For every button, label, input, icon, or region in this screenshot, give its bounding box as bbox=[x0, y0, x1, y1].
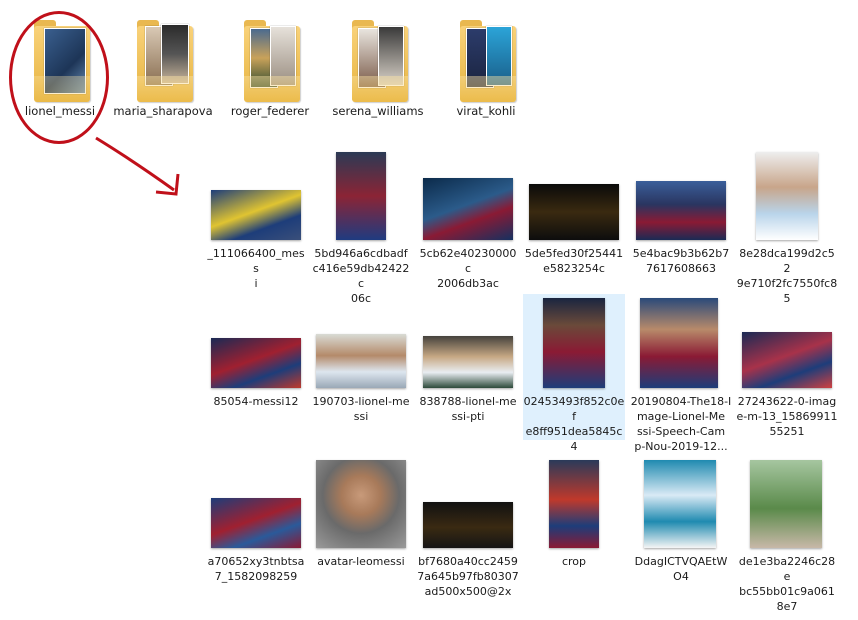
folder-label: serena_williams bbox=[332, 104, 424, 118]
file-name: crop bbox=[561, 555, 587, 568]
file-name: 20190804-The18-I mage-Lionel-Me ssi-Speech… bbox=[630, 395, 732, 453]
annotation-arrow-icon bbox=[95, 136, 180, 196]
file-item[interactable]: 838788-lionel-me ssi-pti bbox=[417, 294, 519, 454]
image-thumbnail bbox=[423, 178, 513, 240]
image-thumbnail bbox=[211, 338, 301, 388]
image-thumbnail bbox=[750, 460, 822, 548]
file-name: 190703-lionel-me ssi bbox=[312, 395, 410, 423]
file-item[interactable]: _111066400_mess i bbox=[205, 150, 307, 292]
image-thumbnail bbox=[549, 460, 599, 548]
file-item[interactable]: 5de5fed30f25441 e5823254c bbox=[523, 150, 625, 292]
file-item[interactable]: avatar-leomessi bbox=[310, 456, 412, 606]
image-thumbnail bbox=[742, 332, 832, 388]
file-item[interactable]: a70652xy3tnbtsa 7_1582098259 bbox=[205, 456, 307, 606]
folder-icon bbox=[348, 18, 412, 106]
file-name: 5e4bac9b3b62b7 7617608663 bbox=[632, 247, 730, 275]
folder-maria-sharapova[interactable]: maria_sharapova bbox=[111, 6, 215, 118]
folder-virat-kohli[interactable]: virat_kohli bbox=[434, 6, 538, 118]
image-thumbnail bbox=[644, 460, 716, 548]
folder-icon bbox=[240, 18, 304, 106]
folder-icon bbox=[133, 18, 197, 106]
folder-label: virat_kohli bbox=[456, 104, 516, 118]
file-item[interactable]: bf7680a40cc2459 7a645b97fb80307 ad500x500@… bbox=[417, 456, 519, 606]
file-item[interactable]: 5bd946a6cdbadf c416e59db42422c 06c bbox=[310, 150, 412, 305]
file-name: 5cb62e40230000c 2006db3ac bbox=[419, 247, 517, 290]
image-thumbnail bbox=[316, 460, 406, 548]
image-thumbnail bbox=[211, 190, 301, 240]
file-item[interactable]: 27243622-0-imag e-m-13_15869911 55251 bbox=[736, 294, 838, 454]
image-thumbnail bbox=[336, 152, 386, 240]
file-item[interactable]: 85054-messi12 bbox=[205, 294, 307, 454]
file-item[interactable]: crop bbox=[523, 456, 625, 606]
annotation-circle bbox=[9, 11, 109, 144]
file-item[interactable]: de1e3ba2246c28e bc55bb01c9a061 8e7 bbox=[736, 456, 838, 613]
file-name: 27243622-0-imag e-m-13_15869911 55251 bbox=[736, 395, 838, 438]
file-item[interactable]: 190703-lionel-me ssi bbox=[310, 294, 412, 454]
file-name: de1e3ba2246c28e bc55bb01c9a061 8e7 bbox=[738, 555, 836, 613]
file-name: avatar-leomessi bbox=[317, 555, 405, 568]
file-item[interactable]: 5e4bac9b3b62b7 7617608663 bbox=[630, 150, 732, 292]
file-name: 838788-lionel-me ssi-pti bbox=[419, 395, 517, 423]
image-thumbnail bbox=[756, 152, 818, 240]
folder-label: roger_federer bbox=[230, 104, 310, 118]
file-item[interactable]: 20190804-The18-I mage-Lionel-Me ssi-Speech… bbox=[630, 294, 732, 454]
file-name: 02453493f852c0ef e8ff951dea5845c 4 bbox=[523, 395, 625, 453]
image-thumbnail bbox=[423, 336, 513, 388]
folder-serena-williams[interactable]: serena_williams bbox=[326, 6, 430, 118]
image-thumbnail bbox=[529, 184, 619, 240]
image-thumbnail bbox=[316, 334, 406, 388]
file-name: 5de5fed30f25441 e5823254c bbox=[524, 247, 624, 275]
folder-roger-federer[interactable]: roger_federer bbox=[218, 6, 322, 118]
file-name: bf7680a40cc2459 7a645b97fb80307 ad500x500@… bbox=[417, 555, 519, 598]
file-name: _111066400_mess i bbox=[207, 247, 305, 290]
file-name: DdagICTVQAEtW O4 bbox=[634, 555, 728, 583]
image-thumbnail bbox=[543, 298, 605, 388]
file-item-selected[interactable]: 02453493f852c0ef e8ff951dea5845c 4 bbox=[523, 294, 625, 453]
image-thumbnail bbox=[211, 498, 301, 548]
image-thumbnail bbox=[636, 181, 726, 240]
file-item[interactable]: 8e28dca199d2c52 9e710f2fc7550fc8 5 bbox=[736, 150, 838, 305]
file-item[interactable]: 5cb62e40230000c 2006db3ac bbox=[417, 150, 519, 292]
folder-label: maria_sharapova bbox=[113, 104, 213, 118]
image-thumbnail bbox=[423, 502, 513, 548]
file-item[interactable]: DdagICTVQAEtW O4 bbox=[630, 456, 732, 606]
file-name: a70652xy3tnbtsa 7_1582098259 bbox=[207, 555, 305, 583]
file-name: 85054-messi12 bbox=[213, 395, 299, 408]
image-thumbnail bbox=[640, 298, 718, 388]
folder-icon bbox=[456, 18, 520, 106]
